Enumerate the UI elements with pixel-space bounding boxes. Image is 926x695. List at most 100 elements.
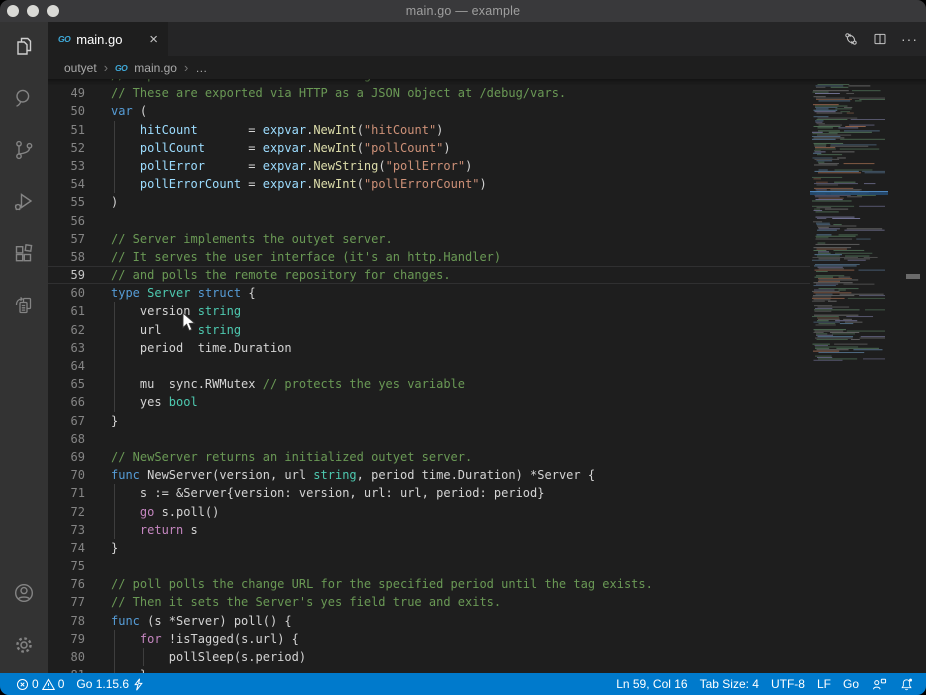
line-number[interactable]: 64 (48, 357, 85, 375)
problems-status[interactable]: 0 0 (10, 673, 70, 695)
code-line-65[interactable]: 65 mu sync.RWMutex // protects the yes v… (48, 375, 810, 393)
line-number[interactable]: 61 (48, 302, 85, 320)
line-number[interactable]: 62 (48, 321, 85, 339)
code-line-78[interactable]: 78func (s *Server) poll() { (48, 612, 810, 630)
line-number[interactable]: 76 (48, 575, 85, 593)
code-line-61[interactable]: 61 version string (48, 302, 810, 320)
line-number[interactable]: 51 (48, 121, 85, 139)
line-number[interactable]: 60 (48, 284, 85, 302)
line-number[interactable]: 75 (48, 557, 85, 575)
breadcrumb-file[interactable]: main.go (134, 61, 177, 75)
code-line-74[interactable]: 74} (48, 539, 810, 557)
line-number[interactable]: 77 (48, 593, 85, 611)
line-number[interactable]: 80 (48, 648, 85, 666)
line-number[interactable]: 55 (48, 193, 85, 211)
source-control-icon[interactable] (0, 126, 48, 174)
code-line-58[interactable]: 58// It serves the user interface (it's … (48, 248, 810, 266)
breadcrumb-folder[interactable]: outyet (64, 61, 97, 75)
line-number[interactable]: 57 (48, 230, 85, 248)
code-line-59[interactable]: 59// and polls the remote repository for… (48, 266, 810, 284)
token: = (205, 141, 263, 155)
code-line-52[interactable]: 52 pollCount = expvar.NewInt("pollCount"… (48, 139, 810, 157)
code-line-67[interactable]: 67} (48, 412, 810, 430)
doc-sync-icon[interactable] (0, 282, 48, 330)
code-line-57[interactable]: 57// Server implements the outyet server… (48, 230, 810, 248)
accounts-icon[interactable] (0, 569, 48, 617)
code-line-60[interactable]: 60type Server struct { (48, 284, 810, 302)
code-line-81[interactable]: 81 } (48, 666, 810, 673)
code-line-66[interactable]: 66 yes bool (48, 393, 810, 411)
token (111, 159, 140, 173)
line-number[interactable]: 78 (48, 612, 85, 630)
code-line-51[interactable]: 51 hitCount = expvar.NewInt("hitCount") (48, 121, 810, 139)
breadcrumb-symbol[interactable]: … (195, 61, 207, 75)
line-number[interactable]: 74 (48, 539, 85, 557)
language-mode-status[interactable]: Go (837, 673, 865, 695)
line-number[interactable]: 59 (48, 266, 85, 284)
code-line-71[interactable]: 71 s := &Server{version: version, url: u… (48, 484, 810, 502)
line-number[interactable]: 69 (48, 448, 85, 466)
line-number[interactable]: 72 (48, 503, 85, 521)
close-window-button[interactable] (7, 5, 19, 17)
line-number[interactable]: 50 (48, 102, 85, 120)
code-line-77[interactable]: 77// Then it sets the Server's yes field… (48, 593, 810, 611)
line-number[interactable]: 53 (48, 157, 85, 175)
more-actions-icon[interactable]: ··· (901, 34, 918, 44)
line-number[interactable]: 70 (48, 466, 85, 484)
code-line-56[interactable]: 56 (48, 212, 810, 230)
explorer-icon[interactable] (0, 22, 48, 70)
indentation-status[interactable]: Tab Size: 4 (694, 673, 765, 695)
code-line-64[interactable]: 64 (48, 357, 810, 375)
settings-gear-icon[interactable] (0, 621, 48, 669)
line-number[interactable]: 71 (48, 484, 85, 502)
extensions-icon[interactable] (0, 230, 48, 278)
notifications-icon[interactable] (893, 673, 920, 695)
open-changes-icon[interactable] (843, 31, 859, 47)
line-number[interactable]: 65 (48, 375, 85, 393)
line-number[interactable]: 81 (48, 666, 85, 673)
line-number[interactable]: 67 (48, 412, 85, 430)
line-number[interactable]: 63 (48, 339, 85, 357)
code-line-68[interactable]: 68 (48, 430, 810, 448)
line-number[interactable]: 79 (48, 630, 85, 648)
code-line-72[interactable]: 72 go s.poll() (48, 503, 810, 521)
line-number[interactable]: 52 (48, 139, 85, 157)
run-debug-icon[interactable] (0, 178, 48, 226)
line-number[interactable]: 56 (48, 212, 85, 230)
minimap-canvas[interactable] (810, 82, 888, 366)
code-line-69[interactable]: 69// NewServer returns an initialized ou… (48, 448, 810, 466)
line-number[interactable]: 68 (48, 430, 85, 448)
code-line-73[interactable]: 73 return s (48, 521, 810, 539)
split-editor-icon[interactable] (872, 31, 888, 47)
code-line-75[interactable]: 75 (48, 557, 810, 575)
code-line-50[interactable]: 50var ( (48, 102, 810, 120)
eol-status[interactable]: LF (811, 673, 837, 695)
code-text (111, 212, 810, 230)
zoom-window-button[interactable] (47, 5, 59, 17)
code-line-79[interactable]: 79 for !isTagged(s.url) { (48, 630, 810, 648)
line-number[interactable]: 66 (48, 393, 85, 411)
close-tab-icon[interactable]: × (149, 32, 158, 47)
go-version-status[interactable]: Go 1.15.6 (70, 673, 150, 695)
line-number[interactable]: 54 (48, 175, 85, 193)
code-line-53[interactable]: 53 pollError = expvar.NewString("pollErr… (48, 157, 810, 175)
code-line-49[interactable]: 49// These are exported via HTTP as a JS… (48, 84, 810, 102)
minimize-window-button[interactable] (27, 5, 39, 17)
line-number[interactable]: 58 (48, 248, 85, 266)
minimap[interactable] (810, 82, 888, 366)
code-line-76[interactable]: 76// poll polls the change URL for the s… (48, 575, 810, 593)
editor[interactable]: 48// Exported variables for monitoring t… (48, 79, 926, 673)
cursor-position-status[interactable]: Ln 59, Col 16 (610, 673, 693, 695)
code-line-55[interactable]: 55) (48, 193, 810, 211)
line-number[interactable]: 73 (48, 521, 85, 539)
code-line-80[interactable]: 80 pollSleep(s.period) (48, 648, 810, 666)
code-line-70[interactable]: 70func NewServer(version, url string, pe… (48, 466, 810, 484)
line-number[interactable]: 49 (48, 84, 85, 102)
tab-main-go[interactable]: GO main.go × (48, 22, 168, 56)
code-line-54[interactable]: 54 pollErrorCount = expvar.NewInt("pollE… (48, 175, 810, 193)
feedback-icon[interactable] (865, 673, 893, 695)
encoding-status[interactable]: UTF-8 (765, 673, 811, 695)
code-line-62[interactable]: 62 url string (48, 321, 810, 339)
search-icon[interactable] (0, 74, 48, 122)
code-line-63[interactable]: 63 period time.Duration (48, 339, 810, 357)
